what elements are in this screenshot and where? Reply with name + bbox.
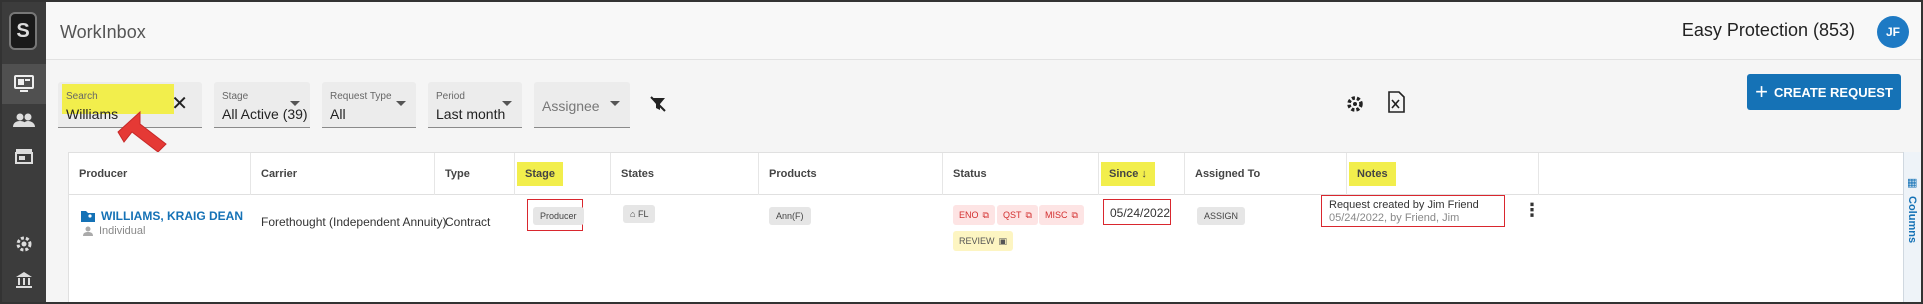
side-rail: S (2, 2, 46, 302)
people-icon[interactable] (2, 100, 46, 140)
chevron-down-icon (610, 101, 620, 106)
request-type-value: All (330, 106, 346, 122)
status-label: MISC (1045, 210, 1068, 220)
monitor-icon[interactable] (2, 64, 46, 104)
status-label: ENO (959, 210, 979, 220)
note-sub: 05/24/2022, by Friend, Jim (1329, 212, 1460, 224)
producer-name-link[interactable]: WILLIAMS, KRAIG DEAN (101, 209, 243, 223)
chevron-down-icon (396, 101, 406, 106)
assign-chip[interactable]: ASSIGN (1197, 207, 1246, 225)
col-label: Carrier (261, 168, 298, 180)
product-chip: Ann(F) (769, 207, 811, 225)
open-external-icon: ⧉ (1071, 209, 1078, 220)
search-label: Search (66, 91, 98, 102)
columns-label: Columns (1906, 196, 1918, 244)
org-name: Easy Protection (853) (1681, 20, 1855, 40)
stage-label: Stage (222, 91, 249, 102)
store-icon[interactable] (2, 136, 46, 176)
app-logo[interactable]: S (9, 12, 37, 50)
create-request-button[interactable]: + CREATE REQUEST (1747, 74, 1901, 110)
col-label: Products (769, 168, 817, 180)
page-title: WorkInbox (60, 22, 146, 42)
col-label: Notes (1349, 162, 1396, 186)
stage-chip: Producer (533, 207, 584, 225)
note-title: Request created by Jim Friend (1329, 199, 1479, 211)
table-header: Producer Carrier Type Stage States Produ… (69, 153, 1907, 195)
col-label: Assigned To (1195, 168, 1261, 180)
top-header: WorkInbox Easy Protection (853) JF (46, 2, 1921, 60)
col-states[interactable]: States (611, 153, 759, 195)
col-label: Type (445, 168, 470, 180)
sort-arrow-down-icon: ↓ (1141, 168, 1147, 180)
products-cell: Ann(F) (769, 207, 811, 225)
row-menu-icon[interactable]: ⋮ (1523, 201, 1541, 219)
type-cell: Contract (445, 215, 491, 229)
assigned-cell[interactable]: ASSIGN (1197, 207, 1246, 225)
status-qst[interactable]: QST ⧉ (997, 205, 1038, 225)
period-label: Period (436, 91, 465, 102)
col-status[interactable]: Status (943, 153, 1099, 195)
review-icon: ▣ (998, 235, 1008, 246)
chevron-down-icon (502, 101, 512, 106)
state-label: FL (637, 209, 649, 219)
columns-grid-icon: ▦ (1907, 177, 1918, 189)
bank-icon[interactable] (2, 260, 46, 300)
states-cell: ⌂ FL (623, 205, 656, 223)
columns-panel-toggle[interactable]: ▦ Columns (1903, 152, 1921, 302)
status-label: REVIEW (959, 236, 995, 246)
producer-sub-label: Individual (99, 225, 146, 237)
status-misc[interactable]: MISC ⧉ (1039, 205, 1084, 225)
stage-value: All Active (39) (222, 106, 308, 122)
assignee-select[interactable]: Assignee (534, 82, 630, 128)
producer-type: Individual (83, 225, 145, 237)
chevron-down-icon (290, 101, 300, 106)
col-label: Status (953, 168, 987, 180)
plus-icon: + (1755, 79, 1768, 104)
state-chip: ⌂ FL (623, 205, 656, 223)
folder-person-icon (81, 211, 95, 222)
producer-cell[interactable]: WILLIAMS, KRAIG DEAN (81, 209, 243, 223)
col-label: Since (1109, 168, 1139, 180)
col-label: Stage (517, 162, 563, 186)
col-producer[interactable]: Producer (69, 153, 251, 195)
excel-export-icon[interactable] (1382, 88, 1410, 116)
col-products[interactable]: Products (759, 153, 943, 195)
clear-filters-icon[interactable] (644, 90, 672, 118)
since-cell: 05/24/2022 (1110, 206, 1171, 220)
logo-text: S (16, 19, 30, 42)
col-stage[interactable]: Stage (515, 153, 611, 195)
col-type[interactable]: Type (435, 153, 515, 195)
status-review[interactable]: REVIEW ▣ (953, 231, 1014, 251)
col-since[interactable]: Since ↓ (1099, 153, 1185, 195)
col-notes[interactable]: Notes (1347, 153, 1539, 195)
request-type-label: Request Type (330, 91, 392, 102)
create-request-label: CREATE REQUEST (1773, 84, 1893, 100)
app-window: S WorkInbox Easy Protection (853) JF Sea… (0, 0, 1923, 304)
filter-bar: Search Williams ✕ Stage All Active (39) … (46, 60, 1921, 152)
status-label: QST (1003, 210, 1022, 220)
period-value: Last month (436, 106, 506, 122)
col-carrier[interactable]: Carrier (251, 153, 435, 195)
avatar[interactable]: JF (1877, 16, 1909, 48)
col-assigned[interactable]: Assigned To (1185, 153, 1347, 195)
assignee-placeholder: Assignee (542, 98, 600, 114)
settings-gear-icon[interactable] (1341, 90, 1369, 118)
stage-select[interactable]: Stage All Active (39) (214, 82, 310, 128)
period-select[interactable]: Period Last month (428, 82, 522, 128)
gear-icon[interactable] (2, 224, 46, 264)
home-icon: ⌂ (630, 209, 636, 219)
stage-cell: Producer (533, 207, 584, 225)
status-eno[interactable]: ENO ⧉ (953, 205, 995, 225)
col-label: States (621, 168, 655, 180)
search-value: Williams (66, 106, 119, 122)
carrier-cell: Forethought (Independent Annuity) (261, 215, 447, 229)
person-icon (83, 226, 93, 236)
open-external-icon: ⧉ (982, 209, 989, 220)
since-header-highlight: Since ↓ (1101, 162, 1155, 186)
requests-table: Producer Carrier Type Stage States Produ… (68, 152, 1908, 302)
col-label: Producer (79, 168, 128, 180)
request-type-select[interactable]: Request Type All (322, 82, 416, 128)
open-external-icon: ⧉ (1025, 209, 1032, 220)
